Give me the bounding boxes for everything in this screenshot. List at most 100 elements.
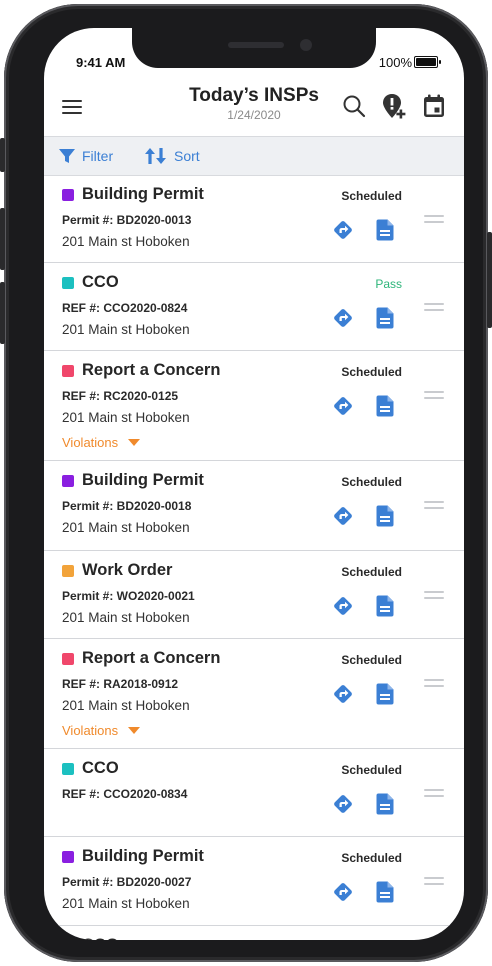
directions-icon[interactable] — [332, 505, 354, 527]
directions-icon[interactable] — [332, 395, 354, 417]
address: 201 Main st Hoboken — [62, 410, 190, 425]
drag-handle-icon[interactable] — [424, 391, 444, 401]
type-color-swatch — [62, 762, 74, 775]
status-time: 9:41 AM — [76, 55, 126, 70]
violations-toggle[interactable]: Violations — [62, 435, 141, 450]
inspection-row[interactable]: Building Permit Permit #: BD2020-0027 201 … — [44, 837, 464, 926]
caret-down-icon — [128, 727, 141, 734]
status-badge: Scheduled — [341, 189, 402, 203]
drag-handle-icon[interactable] — [424, 679, 444, 689]
directions-icon[interactable] — [332, 683, 354, 705]
inspection-type-label: Building Permit — [82, 471, 204, 489]
drag-handle-icon[interactable] — [424, 215, 444, 225]
inspection-row[interactable]: Report a Concern REF #: RC2020-0125 201 Ma… — [44, 351, 464, 461]
drag-handle-icon[interactable] — [424, 303, 444, 313]
caret-down-icon — [128, 439, 141, 446]
power-button — [487, 232, 492, 328]
directions-icon[interactable] — [332, 793, 354, 815]
document-icon[interactable] — [376, 395, 394, 417]
directions-icon[interactable] — [332, 595, 354, 617]
volume-down-button — [0, 282, 5, 344]
calendar-icon[interactable] — [420, 92, 448, 120]
address: 201 Main st Hoboken — [62, 610, 190, 625]
inspection-type: Report a Concern — [62, 649, 220, 668]
filter-label: Filter — [82, 148, 114, 164]
battery-percent: 100% — [378, 55, 412, 70]
drag-handle-icon[interactable] — [424, 877, 444, 887]
reference-number: REF #: CCO2020-0834 — [62, 787, 188, 801]
inspection-row[interactable]: CCO REF #: CCO2020-0834 Scheduled — [44, 749, 464, 837]
type-color-swatch — [62, 276, 74, 289]
status-badge: Pass — [375, 277, 402, 291]
inspection-type-label: Report a Concern — [82, 361, 221, 379]
inspection-type: Building Permit — [62, 847, 204, 866]
status-badge: Scheduled — [341, 475, 402, 489]
filter-button[interactable]: Filter — [58, 146, 113, 166]
battery-icon — [414, 56, 441, 68]
sort-label: Sort — [174, 148, 200, 164]
directions-icon[interactable] — [332, 881, 354, 903]
address: 201 Main st Hoboken — [62, 896, 190, 911]
inspection-type-label: Report a Concern — [82, 649, 221, 667]
type-color-swatch — [62, 652, 74, 665]
document-icon[interactable] — [376, 683, 394, 705]
type-color-swatch — [62, 564, 74, 577]
inspection-list: Building Permit Permit #: BD2020-0013 201 … — [44, 175, 464, 940]
address: 201 Main st Hoboken — [62, 520, 190, 535]
sort-icon — [145, 148, 166, 164]
hamburger-menu-icon[interactable] — [62, 100, 82, 114]
inspection-row[interactable]: Building Permit Permit #: BD2020-0013 201 … — [44, 175, 464, 263]
inspection-type: CCO — [62, 273, 119, 292]
reference-number: REF #: RA2018-0912 — [62, 677, 179, 691]
type-color-swatch — [62, 474, 74, 487]
type-color-swatch — [62, 364, 74, 377]
address: 201 Main st Hoboken — [62, 322, 190, 337]
document-icon[interactable] — [376, 219, 394, 241]
inspection-type-label: CCO — [82, 273, 119, 291]
violations-label: Violations — [62, 723, 119, 738]
status-badge: Scheduled — [341, 565, 402, 579]
reference-number: Permit #: BD2020-0018 — [62, 499, 192, 513]
inspection-type-label: CCO — [82, 936, 119, 940]
drag-handle-icon[interactable] — [424, 591, 444, 601]
search-icon[interactable] — [340, 92, 368, 120]
inspection-row[interactable]: CCO REF #: CCO2020-0824 201 Main st Hoboke… — [44, 263, 464, 351]
directions-icon[interactable] — [332, 219, 354, 241]
page-title: Today’s INSPs — [189, 85, 319, 106]
drag-handle-icon[interactable] — [424, 501, 444, 511]
document-icon[interactable] — [376, 793, 394, 815]
drag-handle-icon[interactable] — [424, 789, 444, 799]
inspection-row[interactable]: Building Permit Permit #: BD2020-0018 201 … — [44, 461, 464, 551]
inspection-type: Work Order — [62, 561, 172, 580]
app-header: Today’s INSPs 1/24/2020 — [44, 76, 464, 134]
inspection-row[interactable]: Work Order Permit #: WO2020-0021 201 Main … — [44, 551, 464, 639]
notch — [132, 28, 376, 68]
type-color-swatch — [62, 850, 74, 863]
type-color-swatch — [62, 188, 74, 201]
add-location-icon[interactable] — [380, 92, 408, 120]
violations-label: Violations — [62, 435, 119, 450]
reference-number: REF #: RC2020-0125 — [62, 389, 179, 403]
sort-button[interactable]: Sort — [144, 146, 200, 166]
document-icon[interactable] — [376, 307, 394, 329]
directions-icon[interactable] — [332, 307, 354, 329]
reference-number: Permit #: WO2020-0021 — [62, 589, 195, 603]
inspection-row[interactable]: Report a Concern REF #: RA2018-0912 201 Ma… — [44, 639, 464, 749]
volume-up-button — [0, 208, 5, 270]
inspection-type: Building Permit — [62, 185, 204, 204]
document-icon[interactable] — [376, 595, 394, 617]
reference-number: Permit #: BD2020-0027 — [62, 875, 192, 889]
document-icon[interactable] — [376, 881, 394, 903]
inspection-row[interactable]: CCOPass — [44, 926, 464, 940]
address: 201 Main st Hoboken — [62, 698, 190, 713]
status-badge: Scheduled — [341, 365, 402, 379]
inspection-type: CCO — [62, 936, 119, 940]
document-icon[interactable] — [376, 505, 394, 527]
front-camera — [300, 39, 312, 51]
status-badge: Scheduled — [341, 851, 402, 865]
violations-toggle[interactable]: Violations — [62, 723, 141, 738]
reference-number: Permit #: BD2020-0013 — [62, 213, 192, 227]
inspection-type: Building Permit — [62, 471, 204, 490]
filter-icon — [59, 149, 75, 163]
status-badge: Scheduled — [341, 763, 402, 777]
